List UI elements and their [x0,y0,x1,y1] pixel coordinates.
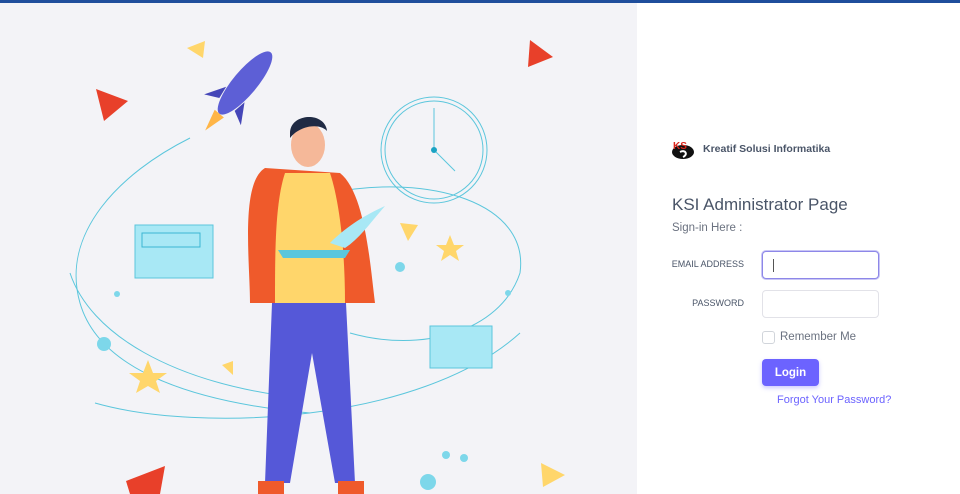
illustration-panel [0,3,637,494]
page-title: KSI Administrator Page [672,195,848,214]
login-button[interactable]: Login [762,359,819,386]
email-field[interactable] [762,251,879,279]
page-subtitle: Sign-in Here : [672,222,743,234]
svg-text:KS: KS [673,141,687,152]
password-field[interactable] [762,290,879,318]
remember-me-label[interactable]: Remember Me [780,331,856,343]
email-label: EMAIL ADDRESS [671,259,744,269]
login-illustration [69,40,565,494]
ksi-logo-icon: KS [672,141,694,159]
text-caret [773,259,774,272]
forgot-password-link[interactable]: Forgot Your Password? [777,394,891,406]
brand: KS Kreatif Solusi Informatika [671,138,830,160]
password-label: PASSWORD [692,298,744,308]
remember-me-checkbox[interactable] [762,331,775,344]
login-panel: KS Kreatif Solusi Informatika KSI Admini… [637,3,960,494]
brand-name: Kreatif Solusi Informatika [703,143,831,155]
